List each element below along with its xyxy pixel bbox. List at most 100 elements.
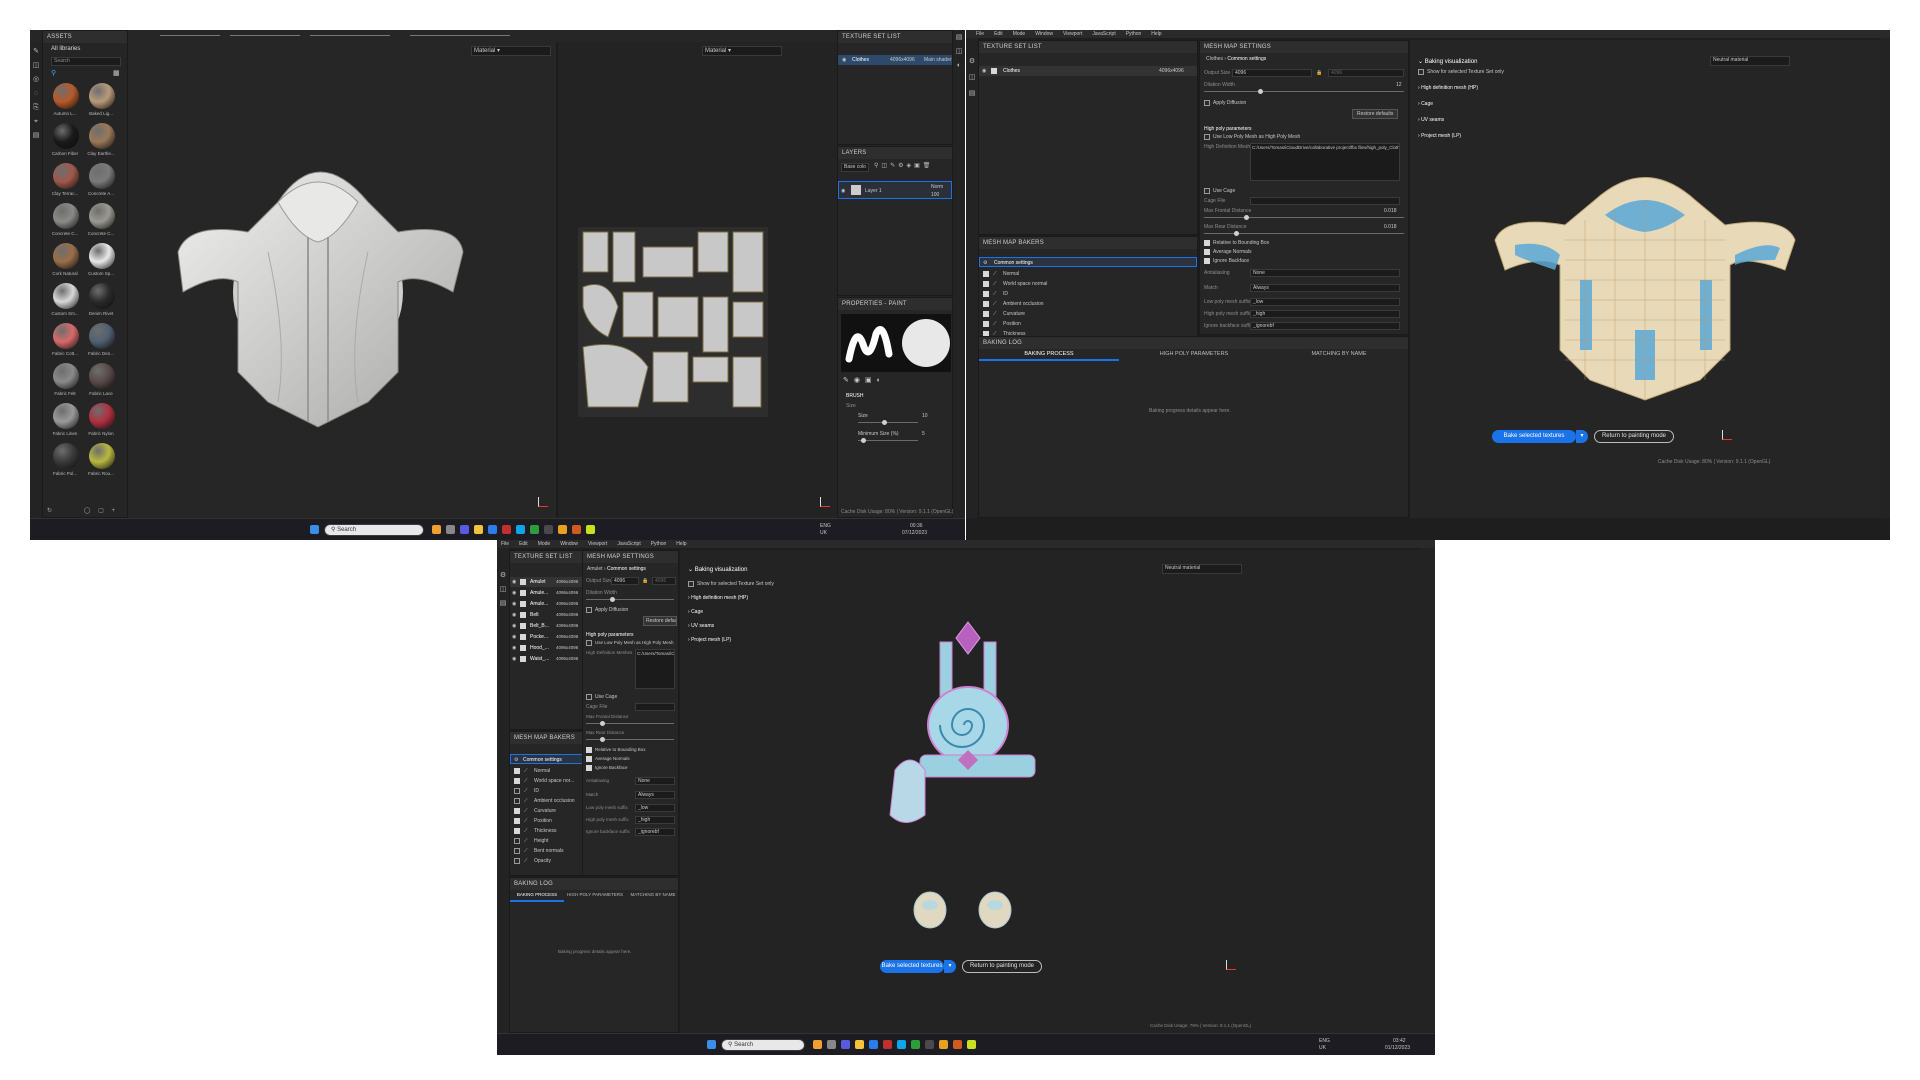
painter-icon[interactable] <box>586 525 595 534</box>
material-thumbnail[interactable] <box>53 163 79 189</box>
baker-row[interactable]: ⟋ Curvature <box>979 309 1199 319</box>
taskbar-date[interactable]: 07/12/2023 <box>902 529 927 537</box>
texture-icon[interactable]: ▤ <box>968 90 976 98</box>
edge-icon[interactable] <box>897 1040 906 1049</box>
mail-icon[interactable] <box>869 1040 878 1049</box>
app-red-icon[interactable] <box>502 525 511 534</box>
ignore-backface-checkbox[interactable]: Ignore Backface <box>586 764 628 772</box>
mesh-icon[interactable]: ◫ <box>968 74 976 82</box>
baker-checkbox[interactable] <box>514 828 520 834</box>
menu-item[interactable]: Mode <box>1013 31 1026 37</box>
viz-section-lp[interactable]: › Project mesh (LP) <box>688 636 731 644</box>
cage-file-field[interactable] <box>1250 197 1400 205</box>
show-selected-checkbox[interactable]: Show for selected Texture Set only <box>688 580 774 588</box>
windows-start-icon[interactable] <box>310 525 319 534</box>
use-low-poly-checkbox[interactable]: Use Low Poly Mesh as High Poly Mesh <box>1204 133 1300 141</box>
menu-item[interactable]: File <box>501 541 509 547</box>
bake-dropdown-chevron-icon[interactable]: ▾ <box>1576 430 1588 443</box>
layer-blend[interactable]: Norm <box>931 183 943 191</box>
layer-opacity[interactable]: 100 <box>931 191 939 199</box>
material-thumbnail[interactable] <box>89 283 115 309</box>
texture-set-checkbox[interactable] <box>520 590 526 596</box>
baker-checkbox[interactable] <box>514 788 520 794</box>
material-thumbnail[interactable] <box>89 83 115 109</box>
texture-set-checkbox[interactable] <box>520 634 526 640</box>
baking-viewport[interactable]: ⌄ Baking visualization Show for selected… <box>680 550 1422 1033</box>
baker-checkbox[interactable] <box>514 768 520 774</box>
clone-icon[interactable]: ⎘ <box>32 104 40 112</box>
paint-brush-icon[interactable]: ✎ <box>32 48 40 56</box>
chrome-icon[interactable] <box>939 1040 948 1049</box>
taskbar-region[interactable]: UK <box>820 529 827 537</box>
assets-search-input[interactable]: Search <box>51 57 121 66</box>
eye-icon[interactable]: ◉ <box>512 589 516 597</box>
menu-item[interactable]: Python <box>651 541 667 547</box>
chat-icon[interactable] <box>841 1040 850 1049</box>
eye-icon[interactable]: ◉ <box>512 644 516 652</box>
lock-icon[interactable]: 🔒 <box>1316 69 1322 77</box>
edge-icon[interactable] <box>516 525 525 534</box>
material-thumbnail[interactable] <box>89 403 115 429</box>
menu-item[interactable]: JavaScript <box>1092 31 1115 37</box>
layer-row[interactable]: ◉ Layer 1 Norm 100 <box>838 181 952 199</box>
material-thumbnail[interactable] <box>53 363 79 389</box>
fill-icon[interactable]: ▤ <box>32 132 40 140</box>
xbox-icon[interactable] <box>530 525 539 534</box>
baker-checkbox[interactable] <box>514 798 520 804</box>
layers-toggle-icon[interactable]: ▤ <box>955 34 963 42</box>
baker-row[interactable]: ⟋ Normal <box>979 269 1199 279</box>
min-size-value[interactable]: 5 <box>922 430 925 438</box>
cage-file-field[interactable] <box>635 703 675 711</box>
viz-section-hp[interactable]: › High definition mesh (HP) <box>688 594 748 602</box>
viewport-3d[interactable]: Material ▾ <box>128 42 556 518</box>
texture-set-checkbox[interactable] <box>520 656 526 662</box>
mail-icon[interactable] <box>488 525 497 534</box>
windows-start-icon[interactable] <box>707 1040 716 1049</box>
hd-meshes-list[interactable]: C:/Users/Tomas/iCloudDrive/collaborative… <box>1250 143 1400 181</box>
texture-set-checkbox[interactable] <box>520 645 526 651</box>
menu-item[interactable]: File <box>976 31 984 37</box>
baker-row[interactable]: ⟋ Position <box>979 319 1199 329</box>
task-view-icon[interactable] <box>446 525 455 534</box>
baker-row[interactable]: ⟋ ID <box>979 289 1199 299</box>
layer-name[interactable]: Layer 1 <box>865 187 882 195</box>
bake-selected-textures-button[interactable]: Bake selected textures <box>1492 430 1576 443</box>
menu-item[interactable]: Python <box>1126 31 1142 37</box>
baker-checkbox[interactable] <box>514 858 520 864</box>
antialiasing-select[interactable]: None <box>1250 269 1400 277</box>
menu-item[interactable]: Help <box>676 541 686 547</box>
ignore-backface-checkbox[interactable]: Ignore Backface <box>1204 257 1249 265</box>
max-rear-value[interactable]: 0.018 <box>1384 223 1397 231</box>
brush-tabs-icons[interactable]: ✎◉▣◐ <box>843 376 886 386</box>
baker-checkbox[interactable] <box>983 281 989 287</box>
baker-checkbox[interactable] <box>514 838 520 844</box>
display-toggle-icon[interactable]: ◐ <box>955 62 963 70</box>
viewport-2d[interactable]: Material ▾ <box>557 42 837 518</box>
eye-icon[interactable]: ◉ <box>512 633 516 641</box>
nvidia-icon[interactable] <box>544 525 553 534</box>
texture-set-checkbox[interactable] <box>991 68 997 74</box>
menu-item[interactable]: Viewport <box>1063 31 1082 37</box>
material-thumbnail[interactable] <box>53 323 79 349</box>
eye-icon[interactable]: ◉ <box>512 622 516 630</box>
viewport-3d-shader-select[interactable]: Material ▾ <box>471 46 551 56</box>
eye-icon[interactable]: ◉ <box>512 611 516 619</box>
bake-icon[interactable]: ⚙ <box>968 58 976 66</box>
dilation-slider[interactable] <box>1204 89 1404 94</box>
material-thumbnail[interactable] <box>89 323 115 349</box>
layer-eye-icon[interactable]: ◉ <box>841 187 845 195</box>
channel-select[interactable]: Base colo <box>841 163 869 172</box>
material-thumbnail[interactable] <box>89 203 115 229</box>
material-thumbnail[interactable] <box>89 443 115 469</box>
projection-icon[interactable]: ◎ <box>32 76 40 84</box>
material-thumbnail[interactable] <box>89 363 115 389</box>
relative-bbox-checkbox[interactable]: Relative to Bounding Box <box>1204 239 1269 247</box>
output-size-select[interactable]: 4096 <box>611 577 639 585</box>
baker-checkbox[interactable] <box>514 778 520 784</box>
baker-checkbox[interactable] <box>514 818 520 824</box>
baker-checkbox[interactable] <box>514 808 520 814</box>
menu-item[interactable]: Viewport <box>588 541 607 547</box>
refresh-icon[interactable]: ↻ <box>47 508 52 514</box>
dilation-value[interactable]: 12 <box>1396 81 1402 89</box>
add-icon[interactable]: + <box>111 508 115 514</box>
